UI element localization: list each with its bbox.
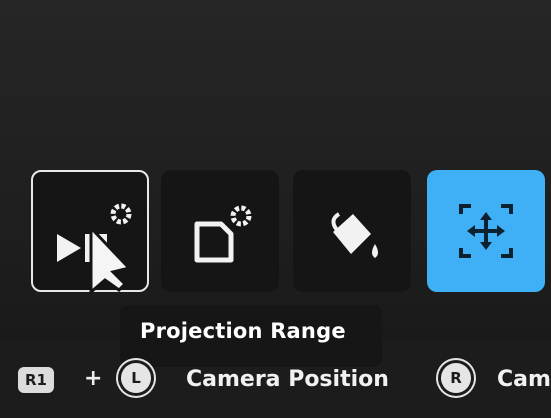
tooltip: Projection Range (120, 305, 382, 367)
right-stick-icon: R (441, 363, 471, 393)
left-stick-icon: L (121, 363, 151, 393)
page-gear-icon (194, 205, 252, 263)
play-cursor-gear-icon (57, 203, 132, 294)
transform-tool-button[interactable] (427, 170, 545, 292)
plus-sign: + (84, 366, 103, 391)
camera-rotation-label: Cam (497, 367, 551, 392)
paint-bucket-icon (331, 212, 378, 258)
fill-tool-button[interactable] (293, 170, 411, 292)
projection-tool-button[interactable] (31, 170, 149, 294)
r1-button-icon: R1 (18, 367, 54, 393)
camera-position-label: Camera Position (186, 367, 389, 392)
tooltip-text: Projection Range (140, 319, 346, 343)
page-settings-button[interactable] (161, 170, 279, 292)
move-arrows-icon (459, 204, 513, 258)
